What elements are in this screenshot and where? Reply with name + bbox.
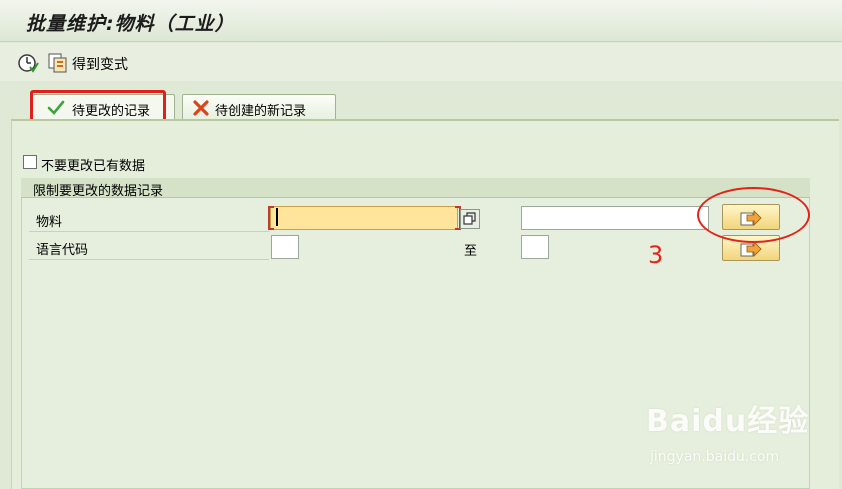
text-cursor (276, 208, 278, 226)
tab-label: 待创建的新记录 (215, 104, 307, 119)
no-change-existing-label: 不要更改已有数据 (41, 159, 146, 174)
cross-icon (193, 100, 209, 116)
language-code-label: 语言代码 (36, 243, 89, 258)
multiple-selection-button[interactable] (460, 209, 480, 229)
material-to-input[interactable] (521, 206, 709, 230)
group-title: 限制要更改的数据记录 (21, 178, 810, 199)
get-variant-label: 得到变式 (72, 57, 128, 73)
watermark-logo: Baidu经验 (646, 404, 810, 439)
language-to-input[interactable] (521, 235, 549, 259)
to-label: 至 (464, 244, 478, 259)
page-title: 批量维护:物料（工业） (26, 13, 235, 35)
watermark-url: jingyan.baidu.com (650, 449, 780, 465)
tab-new-records[interactable]: 待创建的新记录 (182, 94, 336, 120)
title-bar: 批量维护:物料（工业） (0, 0, 842, 42)
annotation-ellipse (697, 187, 810, 243)
language-from-input[interactable] (271, 235, 299, 259)
no-change-existing-checkbox[interactable] (23, 155, 37, 169)
copy-icon (463, 212, 477, 226)
material-from-input[interactable] (270, 206, 458, 230)
row-divider (29, 259, 269, 260)
row-divider (29, 231, 269, 232)
annotation-number: 3 (648, 241, 664, 269)
required-bracket (268, 206, 274, 230)
execute-clock-icon[interactable] (17, 52, 39, 74)
application-toolbar: 得到变式 (0, 43, 842, 81)
variant-icon (47, 52, 69, 74)
material-label: 物料 (36, 215, 63, 230)
